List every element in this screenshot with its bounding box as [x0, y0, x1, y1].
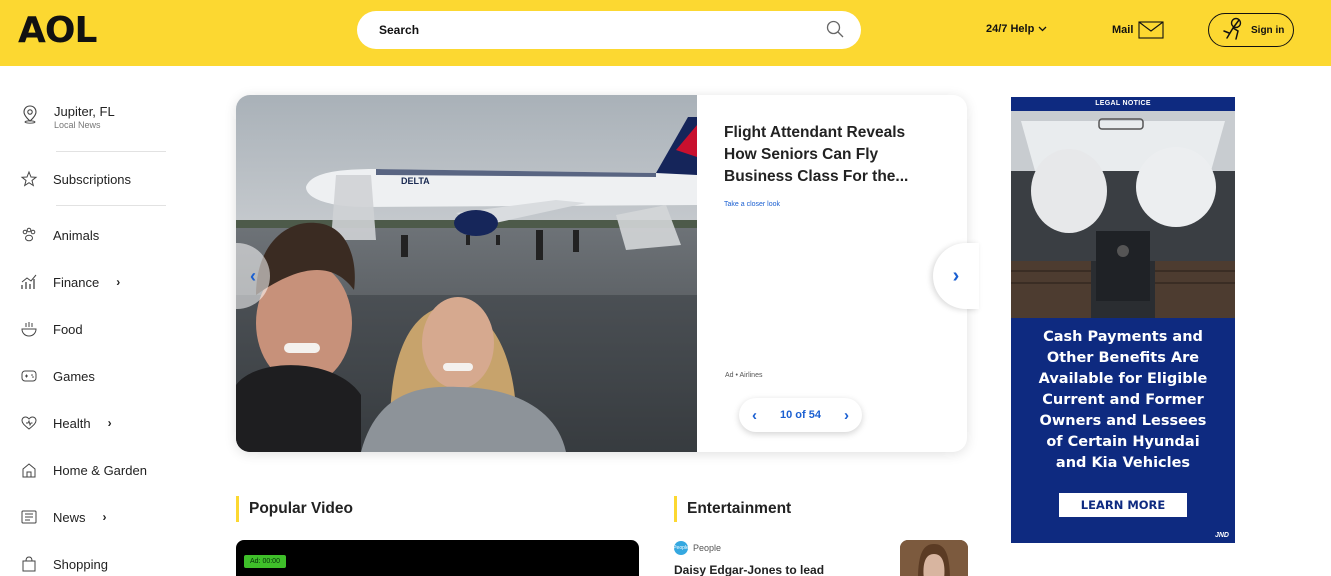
ad-copy-line: Cash Payments and: [1043, 329, 1203, 345]
location-pin-icon: [23, 105, 37, 124]
learn-more-button[interactable]: LEARN MORE: [1059, 493, 1187, 517]
portrait-image: [900, 540, 968, 576]
sidebar-item-animals[interactable]: Animals: [20, 226, 99, 244]
location-subtitle: Local News: [54, 120, 101, 130]
chevron-right-icon: ›: [107, 416, 112, 430]
house-icon: [22, 463, 36, 478]
newspaper-icon: [21, 510, 37, 524]
sidebar-divider: [56, 151, 166, 152]
ad-brand-logo: JND: [1214, 532, 1229, 539]
ad-copy-line: and Kia Vehicles: [1055, 455, 1191, 471]
section-accent-bar: [236, 496, 239, 522]
people-logo-icon: People: [673, 541, 689, 555]
airline-livery-text: DELTA: [401, 176, 430, 186]
sidebar-item-label: Finance: [53, 274, 100, 290]
sidebar-item-health[interactable]: Health ›: [20, 414, 112, 432]
featured-carousel[interactable]: DELTA Flight Attendant Reveals How Senio…: [236, 95, 967, 452]
sidebar-item-label: Health: [53, 415, 91, 431]
heart-icon: [21, 416, 37, 430]
popular-video-heading: Popular Video: [236, 496, 353, 522]
search-icon[interactable]: [825, 19, 845, 39]
top-header: AOL Search 24/7 Help Mail Sign in: [0, 0, 1331, 66]
article-thumbnail[interactable]: [900, 540, 968, 576]
sidebar-divider: [56, 205, 166, 206]
section-accent-bar: [674, 496, 677, 522]
carousel-page-count: 10 of 54: [780, 409, 821, 421]
location-city: Jupiter, FL: [54, 104, 115, 119]
help-label: 24/7 Help: [986, 23, 1035, 35]
ad-legal-notice: LEGAL NOTICE: [1095, 100, 1151, 107]
source-name: People: [693, 543, 722, 553]
article-source: People People: [673, 541, 722, 555]
chevron-right-icon: ›: [116, 275, 121, 289]
carousel-link[interactable]: Take a closer look: [724, 201, 780, 208]
sidebar-item-label: News: [53, 509, 86, 525]
entertainment-heading: Entertainment: [674, 496, 791, 522]
sidebar-item-label: Animals: [53, 227, 100, 243]
carousel-photo[interactable]: DELTA: [236, 95, 697, 452]
shopping-bag-icon: [22, 556, 36, 572]
search-bar[interactable]: Search: [357, 11, 861, 49]
sign-in-label: Sign in: [1251, 24, 1285, 36]
ad-disclosure: Ad • Airlines: [725, 372, 763, 379]
finance-chart-icon: [21, 274, 37, 289]
aol-logo[interactable]: AOL: [18, 10, 97, 51]
sidebar-item-food[interactable]: Food: [20, 320, 83, 338]
car-interior-image: [1011, 111, 1235, 318]
sidebar-item-subscriptions[interactable]: Subscriptions: [20, 170, 131, 188]
help-menu[interactable]: 24/7 Help: [986, 23, 1047, 35]
star-icon: [20, 170, 38, 187]
gamepad-icon: [21, 370, 37, 382]
chevron-right-icon[interactable]: ›: [844, 407, 849, 424]
article-headline[interactable]: Daisy Edgar-Jones to lead: [674, 563, 824, 576]
user-wave-icon: [1223, 17, 1242, 40]
chevron-right-icon: ›: [102, 510, 107, 524]
ad-copy-line: Current and Former: [1042, 392, 1204, 408]
sidebar-item-label: Home & Garden: [53, 462, 147, 478]
ad-copy-line: Owners and Lessees: [1039, 413, 1207, 429]
sidebar-item-shopping[interactable]: Shopping: [20, 555, 108, 573]
sidebar-item-games[interactable]: Games: [20, 367, 95, 385]
ad-copy-line: Available for Eligible: [1038, 371, 1208, 387]
section-title: Popular Video: [249, 500, 353, 517]
sidebar-item-label: Shopping: [53, 556, 108, 572]
bowl-icon: [21, 322, 37, 337]
video-player[interactable]: Ad: 00:00: [236, 540, 639, 576]
sidebar-item-label: Food: [53, 321, 83, 337]
ad-copy-line: of Certain Hyundai: [1046, 434, 1200, 450]
ad-copy: Cash Payments and Other Benefits Are Ava…: [1011, 327, 1235, 474]
mail-label: Mail: [1112, 24, 1134, 36]
sidebar-item-home-garden[interactable]: Home & Garden: [20, 461, 147, 479]
sidebar-item-finance[interactable]: Finance ›: [20, 273, 120, 291]
search-input[interactable]: Search: [379, 23, 419, 37]
envelope-icon: [1138, 21, 1164, 39]
sidebar-advertisement[interactable]: LEGAL NOTICE Cash Payments and Other Ben…: [1011, 97, 1235, 543]
sidebar-item-label: Games: [53, 368, 95, 384]
sidebar-item-label: Subscriptions: [53, 171, 132, 187]
chevron-left-icon[interactable]: ‹: [752, 407, 757, 424]
carousel-pager: ‹ 10 of 54 ›: [739, 398, 862, 432]
location-item[interactable]: Jupiter, FL Local News: [20, 104, 115, 130]
ad-timer-badge: Ad: 00:00: [244, 555, 286, 568]
sign-in-button[interactable]: Sign in: [1208, 13, 1294, 47]
paw-icon: [22, 227, 36, 242]
chevron-down-icon: [1038, 26, 1047, 32]
mail-link[interactable]: Mail: [1112, 21, 1164, 39]
section-title: Entertainment: [687, 500, 792, 517]
sidebar-item-news[interactable]: News ›: [20, 508, 107, 526]
carousel-headline[interactable]: Flight Attendant Reveals How Seniors Can…: [724, 122, 934, 188]
ad-copy-line: Other Benefits Are: [1046, 350, 1200, 366]
